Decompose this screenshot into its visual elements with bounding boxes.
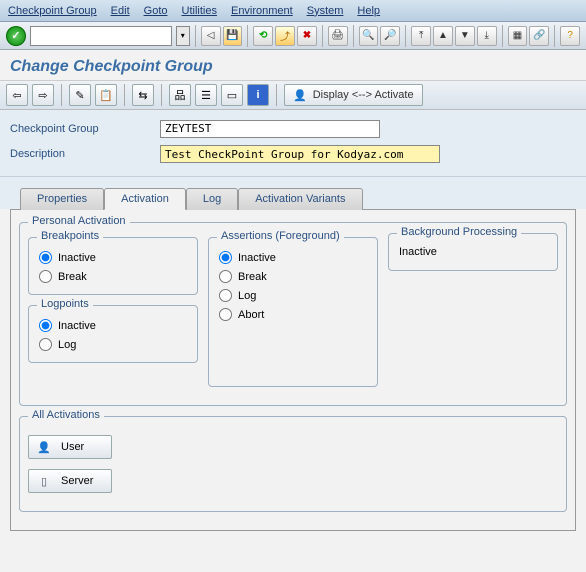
first-page-icon[interactable]: ⤒ — [411, 26, 431, 46]
checkpoint-group-field[interactable]: ZEYTEST — [160, 120, 380, 138]
save-icon[interactable]: 💾 — [223, 26, 243, 46]
menu-system[interactable]: System — [307, 5, 344, 17]
tab-content: Personal Activation Breakpoints Inactive… — [10, 209, 576, 531]
radio-label: Inactive — [58, 252, 96, 264]
server-icon: ▯ — [37, 474, 51, 488]
user-button-label: User — [61, 441, 84, 453]
command-dropdown[interactable]: ▾ — [176, 26, 190, 46]
find-next-icon[interactable]: 🔎 — [380, 26, 400, 46]
tab-activation[interactable]: Activation — [104, 188, 186, 210]
tab-properties[interactable]: Properties — [20, 188, 104, 210]
new-session-icon[interactable]: ▦ — [508, 26, 528, 46]
last-page-icon[interactable]: ⤓ — [477, 26, 497, 46]
display-activate-label: Display <--> Activate — [313, 89, 414, 101]
other-object-button[interactable]: ✎ — [69, 84, 91, 106]
menu-edit[interactable]: Edit — [111, 5, 130, 17]
radio-label: Log — [58, 339, 76, 351]
help-icon[interactable]: ? — [560, 26, 580, 46]
radio-label: Abort — [238, 309, 264, 321]
app-toolbar: ⇦ ⇨ ✎ 📋 ⇆ 品 ☰ ▭ i 👤 Display <--> Activat… — [0, 80, 586, 110]
radio-label: Inactive — [58, 320, 96, 332]
server-button-label: Server — [61, 475, 93, 487]
nav-back-button[interactable]: ⇦ — [6, 84, 28, 106]
all-activations-legend: All Activations — [28, 409, 104, 421]
logpoints-group: Logpoints Inactive Log — [28, 305, 198, 363]
prev-page-icon[interactable]: ▲ — [433, 26, 453, 46]
all-activations-group: All Activations 👤 User ▯ Server — [19, 416, 567, 512]
menu-environment[interactable]: Environment — [231, 5, 293, 17]
command-field[interactable] — [30, 26, 172, 46]
radio-label: Break — [238, 271, 267, 283]
info-button[interactable]: i — [247, 84, 269, 106]
assertions-legend: Assertions (Foreground) — [217, 230, 344, 242]
logpoints-inactive-radio[interactable]: Inactive — [37, 316, 189, 335]
standard-toolbar: ✓ ▾ ◁ 💾 ⟲ ⤴ ✖ 🖨 🔍 🔎 ⤒ ▲ ▼ ⤓ ▦ 🔗 ? — [0, 22, 586, 50]
personal-activation-legend: Personal Activation — [28, 215, 130, 227]
person-icon: 👤 — [293, 89, 307, 102]
list-button[interactable]: ☰ — [195, 84, 217, 106]
personal-activation-group: Personal Activation Breakpoints Inactive… — [19, 222, 567, 406]
breakpoints-break-radio[interactable]: Break — [37, 267, 189, 286]
logpoints-log-radio[interactable]: Log — [37, 335, 189, 354]
tree-button[interactable]: 品 — [169, 84, 191, 106]
tab-log[interactable]: Log — [186, 188, 238, 210]
tab-activation-variants[interactable]: Activation Variants — [238, 188, 362, 210]
assertions-abort-radio[interactable]: Abort — [217, 305, 369, 324]
user-icon: 👤 — [37, 440, 51, 454]
logpoints-legend: Logpoints — [37, 298, 93, 310]
layout-button[interactable]: ▭ — [221, 84, 243, 106]
cancel-icon[interactable]: ✖ — [297, 26, 317, 46]
back-green-icon[interactable]: ⟲ — [253, 26, 273, 46]
exit-icon[interactable]: ⤴ — [275, 26, 295, 46]
description-field[interactable] — [160, 145, 440, 163]
radio-label: Inactive — [238, 252, 276, 264]
tabstrip: Properties Activation Log Activation Var… — [0, 177, 586, 209]
menubar: Checkpoint Group Edit Goto Utilities Env… — [0, 0, 586, 22]
header-form: Checkpoint Group ZEYTEST Description — [0, 110, 586, 177]
checkpoint-group-label: Checkpoint Group — [10, 123, 160, 135]
find-icon[interactable]: 🔍 — [359, 26, 379, 46]
display-activate-button[interactable]: 👤 Display <--> Activate — [284, 84, 423, 106]
assertions-inactive-radio[interactable]: Inactive — [217, 248, 369, 267]
shortcut-icon[interactable]: 🔗 — [529, 26, 549, 46]
breakpoints-legend: Breakpoints — [37, 230, 103, 242]
print-icon[interactable]: 🖨 — [328, 26, 348, 46]
radio-label: Break — [58, 271, 87, 283]
assertions-group: Assertions (Foreground) Inactive Break L… — [208, 237, 378, 387]
assertions-break-radio[interactable]: Break — [217, 267, 369, 286]
nav-forward-button[interactable]: ⇨ — [32, 84, 54, 106]
radio-label: Log — [238, 290, 256, 302]
hierarchy-button[interactable]: ⇆ — [132, 84, 154, 106]
user-button[interactable]: 👤 User — [28, 435, 112, 459]
assertions-log-radio[interactable]: Log — [217, 286, 369, 305]
back-icon[interactable]: ◁ — [201, 26, 221, 46]
background-legend: Background Processing — [397, 226, 521, 238]
background-processing-group: Background Processing Inactive — [388, 233, 558, 271]
breakpoints-inactive-radio[interactable]: Inactive — [37, 248, 189, 267]
server-button[interactable]: ▯ Server — [28, 469, 112, 493]
next-page-icon[interactable]: ▼ — [455, 26, 475, 46]
breakpoints-group: Breakpoints Inactive Break — [28, 237, 198, 295]
page-title: Change Checkpoint Group — [0, 50, 586, 80]
menu-checkpoint-group[interactable]: Checkpoint Group — [8, 5, 97, 17]
menu-goto[interactable]: Goto — [144, 5, 168, 17]
description-label: Description — [10, 148, 160, 160]
check-button[interactable]: 📋 — [95, 84, 117, 106]
background-value: Inactive — [397, 242, 549, 262]
menu-utilities[interactable]: Utilities — [182, 5, 217, 17]
menu-help[interactable]: Help — [357, 5, 380, 17]
enter-button[interactable]: ✓ — [6, 26, 26, 46]
